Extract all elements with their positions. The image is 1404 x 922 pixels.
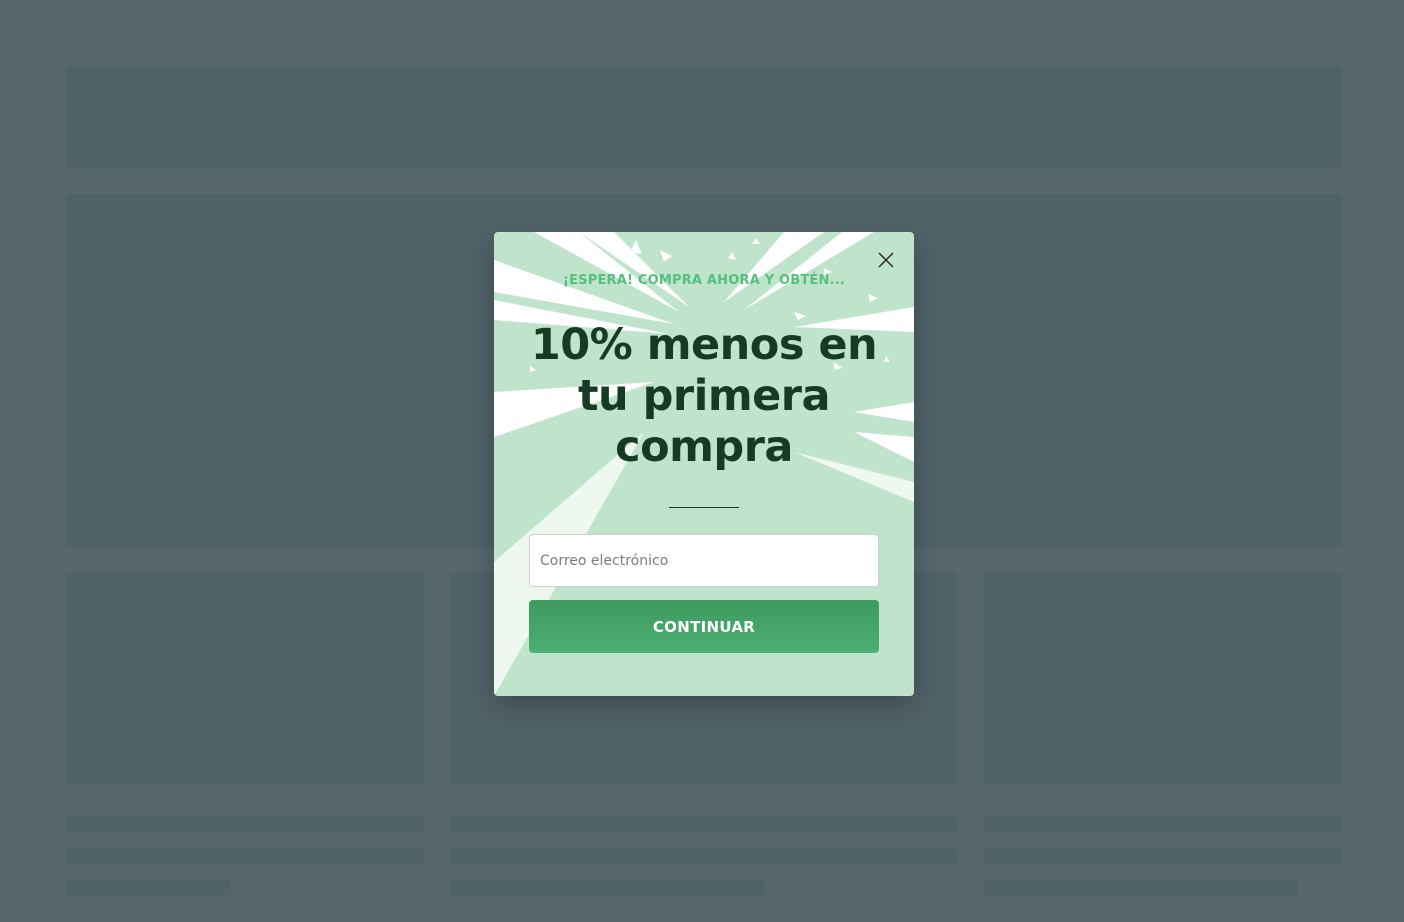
placeholder-text-line [450,880,764,895]
continue-button[interactable]: CONTINUAR [529,600,879,653]
popup-eyebrow: ¡ESPERA! COMPRA AHORA Y OBTÉN... [562,273,846,288]
close-button[interactable] [874,248,898,272]
placeholder-header [66,67,1342,168]
placeholder-text-line [66,817,424,832]
email-field[interactable] [529,534,879,587]
placeholder-text-line [450,849,957,864]
placeholder-text-line [984,880,1298,895]
divider [669,507,739,508]
close-icon [878,252,894,268]
placeholder-text-line [66,880,231,895]
placeholder-text-line [984,817,1342,832]
placeholder-text-line [984,849,1342,864]
placeholder-card-3 [984,572,1342,784]
discount-popup: ¡ESPERA! COMPRA AHORA Y OBTÉN... 10% men… [494,232,914,696]
placeholder-card-1 [66,572,424,784]
placeholder-text-line [450,817,957,832]
popup-headline: 10% menos en tu primera compra [530,320,878,472]
placeholder-text-line [66,849,424,864]
